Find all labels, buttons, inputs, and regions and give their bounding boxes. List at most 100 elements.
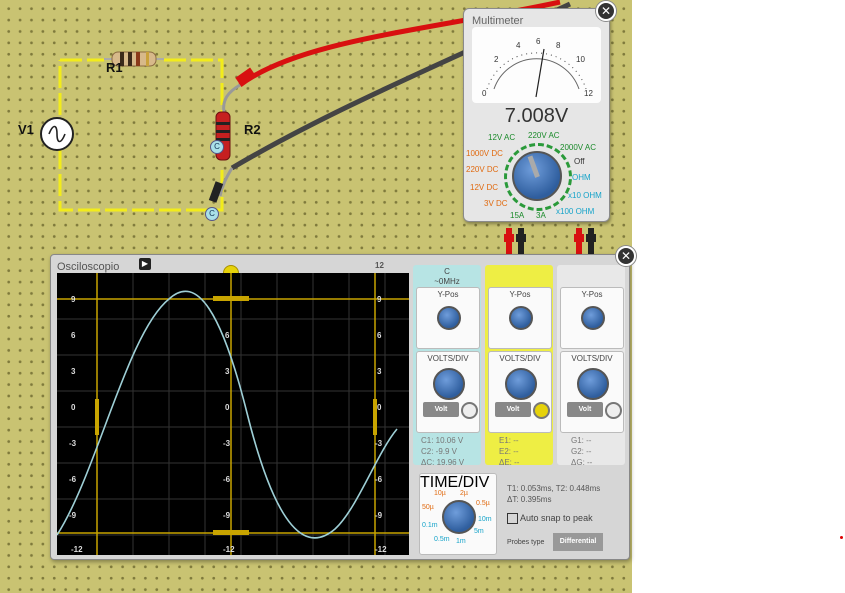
node-c-marker-2[interactable]: C — [205, 207, 219, 221]
range-selector-knob[interactable] — [512, 151, 562, 201]
red-probe-tip[interactable] — [230, 64, 260, 94]
ypos-label: Y-Pos — [437, 290, 459, 299]
ch2-volts-panel: VOLTS/DIV Volt — [488, 351, 552, 433]
ch3-ypos-knob[interactable] — [581, 306, 605, 330]
ch2-ypos-panel: Y-Pos — [488, 287, 552, 349]
multimeter-close-icon[interactable]: ✕ — [596, 1, 616, 21]
range-label[interactable]: OHM — [572, 173, 591, 182]
range-label[interactable]: 3A — [536, 211, 546, 220]
ch2-cursors: E1: -- E2: -- ΔE: -- — [499, 435, 519, 468]
probes-type-label: Probes type — [507, 539, 545, 546]
ch3-volts-knob[interactable] — [577, 368, 609, 400]
ch2-volts-knob[interactable] — [505, 368, 537, 400]
scale-tick: 2 — [494, 55, 499, 64]
range-label[interactable]: 220V AC — [528, 131, 560, 140]
y-tick-left: -12 — [71, 545, 83, 554]
y-tick-center: -3 — [223, 439, 231, 448]
cursor-g2: G2: -- — [571, 447, 592, 456]
y-tick-right: 6 — [377, 331, 382, 340]
auto-snap-label: Auto snap to peak — [520, 513, 593, 523]
ch3-probe-ring-icon[interactable] — [605, 402, 622, 419]
y-tick-left: 3 — [71, 367, 76, 376]
multimeter-title: Multimeter — [472, 15, 524, 27]
waveform-display — [56, 273, 409, 555]
top-right-tick: 12 — [375, 261, 384, 270]
probes-type-button[interactable]: Differential — [553, 533, 603, 551]
y-tick-right: -12 — [375, 545, 387, 554]
ch1-ypos-panel: Y-Pos — [416, 287, 480, 349]
y-tick-center: 0 — [225, 403, 230, 412]
ch1-volts-knob[interactable] — [433, 368, 465, 400]
ch2-probe-ring-icon[interactable] — [533, 402, 550, 419]
multimeter-analog-face: 0 2 4 6 8 10 12 — [472, 27, 601, 103]
cursor-e1: E1: -- — [499, 436, 519, 445]
play-icon[interactable]: ▶ — [139, 258, 151, 270]
time-tick: 10µ — [434, 490, 446, 497]
volts-div-label: VOLTS/DIV — [427, 354, 469, 363]
ch1-waveform — [56, 290, 398, 539]
ch1-volt-button[interactable]: Volt — [423, 402, 459, 417]
time-div-knob[interactable] — [442, 500, 476, 534]
time-delta: ΔT: 0.395ms — [507, 495, 552, 504]
red-dot — [840, 536, 843, 539]
range-label[interactable]: x100 OHM — [556, 207, 594, 216]
r2-label: R2 — [244, 122, 261, 137]
scale-tick: 12 — [584, 89, 593, 98]
time-cursor-readout: T1: 0.053ms, T2: 0.448ms ΔT: 0.395ms — [507, 483, 600, 505]
range-label[interactable]: 3V DC — [484, 199, 508, 208]
y-tick-center: -9 — [223, 511, 231, 520]
ch1-ypos-knob[interactable] — [437, 306, 461, 330]
ypos-label: Y-Pos — [581, 290, 603, 299]
cursor-c1: C1: 10.06 V — [421, 436, 464, 445]
time-tick: 0.5m — [434, 536, 450, 543]
oscilloscope-title: Osciloscopio — [57, 261, 120, 273]
oscilloscope-screen[interactable]: 9 6 3 0 -3 -6 -9 -12 6 3 0 -3 -6 -9 -12 … — [56, 261, 409, 555]
volts-div-label: VOLTS/DIV — [571, 354, 613, 363]
range-label[interactable]: 12V DC — [470, 183, 498, 192]
resistor-r2[interactable] — [212, 108, 234, 164]
oscilloscope-close-icon[interactable]: ✕ — [616, 246, 636, 266]
node-c-marker[interactable]: C — [210, 140, 224, 154]
auto-snap-checkbox[interactable] — [507, 513, 518, 525]
y-tick-right: 0 — [377, 403, 382, 412]
range-label[interactable]: 1000V DC — [466, 149, 503, 158]
range-label[interactable]: 15A — [510, 211, 524, 220]
ch3-volt-button[interactable]: Volt — [567, 402, 603, 417]
channel-2-panel: Y-Pos VOLTS/DIV Volt E1: -- E2: -- ΔE: -… — [485, 265, 553, 468]
cursor-delta-c: ΔC: 19.96 V — [421, 458, 465, 467]
sine-icon — [48, 125, 66, 143]
range-label[interactable]: Off — [574, 157, 585, 166]
y-tick-right: -6 — [375, 475, 383, 484]
y-tick-right: -3 — [375, 439, 383, 448]
cursor-e2: E2: -- — [499, 447, 519, 456]
multimeter-reading: 7.008V — [504, 105, 569, 127]
black-probe-tip[interactable] — [204, 176, 234, 206]
range-label[interactable]: 2000V AC — [560, 143, 596, 152]
y-tick-left: 6 — [71, 331, 76, 340]
ypos-label: Y-Pos — [509, 290, 531, 299]
y-tick-center: -6 — [223, 475, 231, 484]
auto-snap-row[interactable]: Auto snap to peak — [507, 513, 593, 525]
y-tick-center: -12 — [223, 545, 235, 554]
cursor-g1: G1: -- — [571, 436, 592, 445]
range-label[interactable]: 12V AC — [488, 133, 515, 142]
time-tick: 0.5µ — [476, 500, 490, 507]
scale-tick: 0 — [482, 89, 487, 98]
range-label[interactable]: 220V DC — [466, 165, 498, 174]
range-label[interactable]: x10 OHM — [568, 191, 602, 200]
ch3-ypos-panel: Y-Pos — [560, 287, 624, 349]
ch3-cursors: G1: -- G2: -- ΔG: -- — [571, 435, 592, 468]
ch2-volt-button[interactable]: Volt — [495, 402, 531, 417]
channel-1-frequency: ~0MHz — [434, 277, 460, 286]
time-tick: 5m — [474, 528, 484, 535]
r1-label: R1 — [106, 60, 123, 75]
cursor-delta-g: ΔG: -- — [571, 458, 593, 467]
oscilloscope[interactable]: Osciloscopio ▶ 9 6 3 0 -3 -6 -9 -12 6 3 … — [50, 254, 630, 560]
ac-source-v1[interactable] — [40, 117, 74, 151]
ch2-ypos-knob[interactable] — [509, 306, 533, 330]
time-tick: 2µ — [460, 490, 468, 497]
multimeter[interactable]: Multimeter 0 2 4 6 8 10 12 7.008V 12V AC… — [463, 8, 610, 222]
y-tick-left: -3 — [69, 439, 77, 448]
y-tick-left: -6 — [69, 475, 77, 484]
ch1-probe-ring-icon[interactable] — [461, 402, 478, 419]
